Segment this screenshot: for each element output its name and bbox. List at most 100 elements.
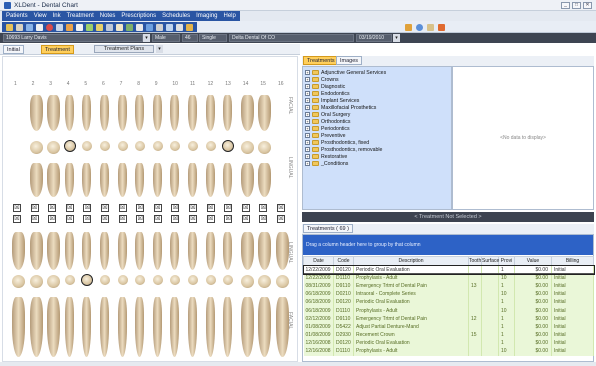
missing-tooth-marker[interactable]: ☒	[259, 204, 268, 212]
notes-icon[interactable]	[36, 23, 43, 31]
record-icon[interactable]	[46, 23, 53, 31]
lower-tooth-facial[interactable]	[47, 297, 61, 357]
lower-tooth-occlusal[interactable]	[258, 275, 272, 288]
lower-tooth-occlusal[interactable]	[29, 275, 43, 288]
upper-tooth-lingual[interactable]	[170, 163, 180, 197]
close-button[interactable]: ✕	[583, 2, 592, 9]
expand-icon[interactable]: +	[305, 77, 310, 82]
tree-item[interactable]: + Diagnostic	[305, 83, 345, 90]
upper-tooth-facial[interactable]	[29, 95, 43, 131]
lower-tooth-occlusal[interactable]	[276, 275, 289, 288]
treatment-plans-select[interactable]: Treatment Plans	[94, 45, 154, 53]
tab-treatments[interactable]: Treatments	[303, 56, 339, 65]
lower-tooth-lingual[interactable]	[170, 232, 180, 270]
upper-tooth-occlusal[interactable]	[135, 141, 146, 151]
missing-tooth-marker[interactable]: ☒	[241, 204, 250, 212]
lower-tooth-occlusal[interactable]	[223, 275, 234, 285]
upper-tooth-occlusal[interactable]	[117, 141, 128, 151]
patient-icon[interactable]	[6, 23, 13, 31]
lower-tooth-lingual[interactable]	[223, 232, 233, 270]
minimize-button[interactable]: _	[561, 2, 570, 9]
table-row[interactable]: 06/18/2009 D0210 Intraoral - Complete Seri…	[303, 290, 594, 299]
lower-tooth-occlusal[interactable]	[100, 275, 110, 285]
expand-icon[interactable]: +	[305, 147, 310, 152]
expand-icon[interactable]: +	[305, 133, 310, 138]
expand-icon[interactable]: +	[305, 119, 310, 124]
column-header[interactable]: Description	[353, 256, 469, 266]
missing-tooth-marker[interactable]: ☒	[101, 204, 109, 212]
lower-tooth-lingual[interactable]	[117, 232, 127, 270]
table-row[interactable]: 06/18/2009 D0120 Periodic Oral Evaluation 1…	[303, 298, 594, 307]
patient-dropdown[interactable]: ▾	[143, 34, 150, 42]
lower-tooth-occlusal[interactable]	[12, 275, 25, 288]
tab-treatment[interactable]: Treatment	[41, 45, 74, 54]
lower-tooth-lingual[interactable]	[188, 232, 197, 270]
upper-tooth-occlusal[interactable]	[170, 141, 181, 151]
upper-tooth-lingual[interactable]	[100, 163, 109, 197]
person-icon[interactable]	[16, 23, 23, 31]
lower-tooth-facial[interactable]	[64, 297, 74, 357]
upper-tooth-lingual[interactable]	[258, 163, 272, 197]
missing-tooth-marker[interactable]: ☒	[83, 204, 92, 212]
upper-tooth-lingual[interactable]	[240, 163, 254, 197]
expand-icon[interactable]: +	[305, 126, 310, 131]
expand-icon[interactable]: +	[305, 91, 310, 96]
print-icon[interactable]	[56, 23, 63, 31]
lower-tooth-facial[interactable]	[170, 297, 180, 357]
tab-initial[interactable]: Initial	[3, 45, 24, 54]
missing-tooth-marker[interactable]: ☒	[118, 204, 127, 212]
missing-tooth-marker[interactable]: ☒	[189, 204, 197, 212]
chart-icon[interactable]	[26, 23, 33, 31]
patient-name-field[interactable]: 10693 Larry Davis	[3, 34, 143, 42]
upper-tooth-occlusal[interactable]	[205, 141, 216, 151]
column-header[interactable]: Surface	[481, 256, 499, 266]
expand-icon[interactable]: +	[305, 140, 310, 145]
calendar-icon[interactable]	[116, 23, 123, 31]
missing-tooth-marker[interactable]: ☒	[30, 215, 39, 223]
upper-tooth-occlusal[interactable]	[188, 141, 198, 151]
lower-tooth-lingual[interactable]	[240, 232, 254, 270]
upper-tooth-occlusal[interactable]	[47, 141, 61, 154]
refresh-icon[interactable]	[166, 23, 173, 31]
lower-tooth-occlusal[interactable]	[205, 275, 216, 285]
menu-schedules[interactable]: Schedules	[162, 13, 190, 19]
missing-tooth-marker[interactable]: ☒	[206, 204, 215, 212]
column-header[interactable]: Provi	[498, 256, 515, 266]
lower-tooth-facial[interactable]	[82, 297, 92, 357]
upper-tooth-lingual[interactable]	[29, 163, 43, 197]
tree-item[interactable]: + Oral Surgery	[305, 111, 350, 118]
date-dropdown[interactable]: ▾	[393, 34, 400, 42]
menu-imaging[interactable]: Imaging	[196, 13, 217, 19]
tree-item[interactable]: + Restorative	[305, 153, 347, 160]
missing-tooth-marker[interactable]: ☒	[171, 215, 180, 223]
missing-tooth-marker[interactable]: ☒	[30, 204, 39, 212]
tools-icon[interactable]	[96, 23, 103, 31]
upper-tooth-facial[interactable]	[223, 95, 233, 131]
settings-icon[interactable]	[176, 23, 183, 31]
expand-icon[interactable]: +	[305, 154, 310, 159]
upper-tooth-lingual[interactable]	[47, 163, 61, 197]
missing-tooth-marker[interactable]: ☒	[224, 204, 233, 212]
column-header[interactable]: Date	[303, 256, 334, 266]
column-header[interactable]: Billing	[551, 256, 594, 266]
missing-tooth-marker[interactable]: ☒	[48, 215, 57, 223]
upper-tooth-lingual[interactable]	[223, 163, 233, 197]
lower-tooth-lingual[interactable]	[135, 232, 145, 270]
tree-item[interactable]: + Periodontics	[305, 125, 350, 132]
table-row[interactable]: 12/22/2009 D1110 Prophylaxis - Adult 10 $0.0…	[303, 273, 594, 282]
tab-images[interactable]: Images	[336, 56, 363, 65]
date-field[interactable]: 03/19/2010	[356, 34, 392, 42]
xray-icon[interactable]	[106, 23, 113, 31]
expand-icon[interactable]: +	[305, 105, 310, 110]
upper-tooth-lingual[interactable]	[188, 163, 197, 197]
lower-tooth-lingual[interactable]	[64, 232, 74, 270]
upper-tooth-lingual[interactable]	[205, 163, 215, 197]
lower-tooth-facial[interactable]	[100, 297, 109, 357]
missing-tooth-marker[interactable]: ☒	[13, 204, 21, 212]
expand-icon[interactable]: +	[305, 161, 310, 166]
filter-icon[interactable]	[136, 23, 143, 31]
upper-tooth-occlusal[interactable]	[82, 141, 93, 151]
lower-tooth-facial[interactable]	[240, 297, 254, 357]
lower-tooth-facial[interactable]	[117, 297, 127, 357]
exit-icon[interactable]	[186, 23, 193, 31]
